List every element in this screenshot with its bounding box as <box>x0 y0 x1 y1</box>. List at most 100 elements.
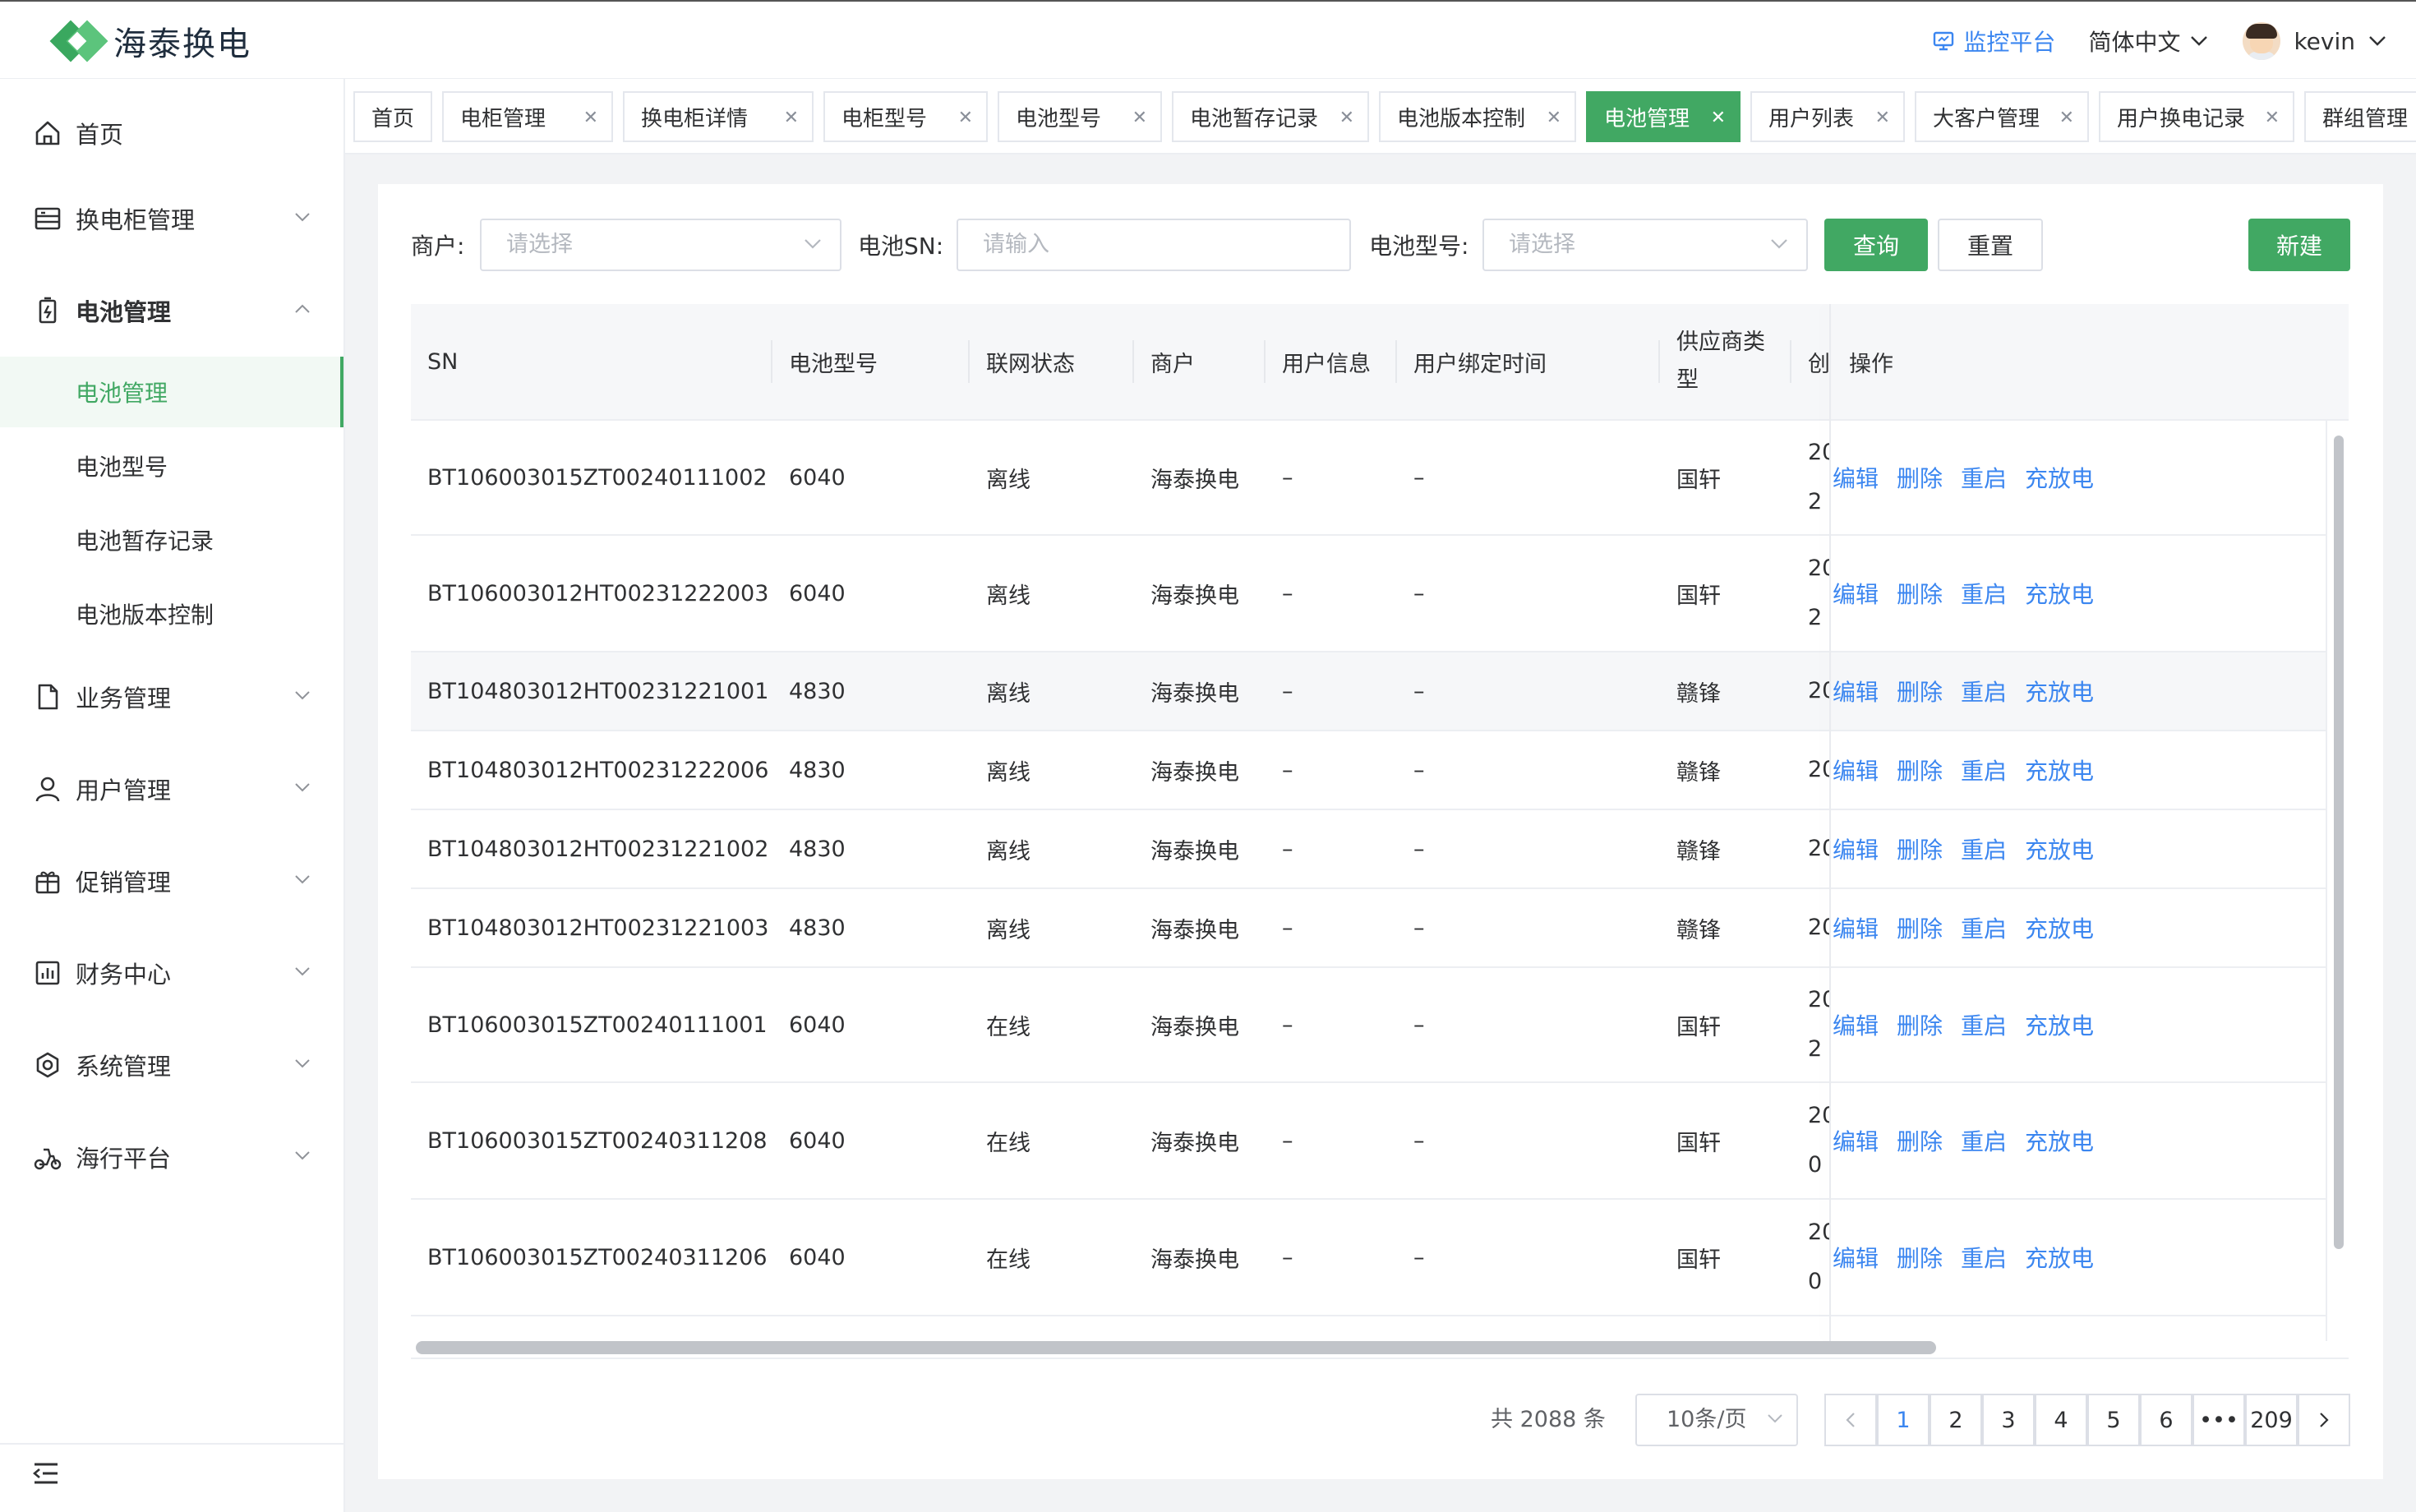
tab-battery-management[interactable]: 电池管理 ✕ <box>1586 91 1741 142</box>
sidebar-item-business[interactable]: 业务管理 <box>0 672 343 721</box>
delete-button[interactable]: 删除 <box>1897 675 1943 708</box>
tab-key-accounts[interactable]: 大客户管理 ✕ <box>1915 91 2089 142</box>
sidebar-subitem-battery-model[interactable]: 电池型号 <box>0 431 343 501</box>
tab-battery-storage[interactable]: 电池暂存记录 ✕ <box>1172 91 1369 142</box>
delete-button[interactable]: 删除 <box>1897 1124 1943 1157</box>
reset-button[interactable]: 重置 <box>1938 219 2043 271</box>
edit-button[interactable]: 编辑 <box>1833 832 1879 865</box>
tab-swap-records[interactable]: 用户换电记录 ✕ <box>2099 91 2294 142</box>
close-icon[interactable]: ✕ <box>1875 108 1890 128</box>
edit-button[interactable]: 编辑 <box>1833 1008 1879 1041</box>
delete-button[interactable]: 删除 <box>1897 1241 1943 1274</box>
vertical-scrollbar[interactable] <box>2326 421 2349 1341</box>
restart-button[interactable]: 重启 <box>1961 461 2007 494</box>
close-icon[interactable]: ✕ <box>958 108 973 128</box>
edit-button[interactable]: 编辑 <box>1833 675 1879 708</box>
edit-button[interactable]: 编辑 <box>1833 461 1879 494</box>
page-number-button[interactable]: 5 <box>2087 1394 2140 1446</box>
close-icon[interactable]: ✕ <box>2265 108 2280 128</box>
sidebar-subitem-battery-version[interactable]: 电池版本控制 <box>0 579 343 649</box>
charge-discharge-button[interactable]: 充放电 <box>2025 577 2094 610</box>
user-menu[interactable]: kevin <box>2243 22 2386 60</box>
page-number-button[interactable]: 2 <box>1930 1394 1982 1446</box>
horizontal-scrollbar[interactable] <box>416 1341 1936 1354</box>
restart-button[interactable]: 重启 <box>1961 754 2007 786</box>
sn-input[interactable]: 请输入 <box>957 219 1351 271</box>
close-icon[interactable]: ✕ <box>784 108 799 128</box>
delete-button[interactable]: 删除 <box>1897 1008 1943 1041</box>
page-ellipsis-button[interactable]: ••• <box>2192 1394 2245 1446</box>
restart-button[interactable]: 重启 <box>1961 577 2007 610</box>
query-button[interactable]: 查询 <box>1824 219 1928 271</box>
tab-cabinet-management[interactable]: 电柜管理 ✕ <box>442 91 613 142</box>
settings-icon <box>33 1050 62 1080</box>
sidebar-item-cabinet[interactable]: 换电柜管理 <box>0 194 343 243</box>
delete-button[interactable]: 删除 <box>1897 911 1943 944</box>
tab-home[interactable]: 首页 <box>353 91 432 142</box>
delete-button[interactable]: 删除 <box>1897 577 1943 610</box>
sidebar-item-battery[interactable]: 电池管理 <box>0 286 343 335</box>
delete-button[interactable]: 删除 <box>1897 754 1943 786</box>
close-icon[interactable]: ✕ <box>1711 108 1726 128</box>
restart-button[interactable]: 重启 <box>1961 1008 2007 1041</box>
close-icon[interactable]: ✕ <box>1339 108 1354 128</box>
page-number-button[interactable]: 6 <box>2140 1394 2192 1446</box>
edit-button[interactable]: 编辑 <box>1833 1241 1879 1274</box>
charge-discharge-button[interactable]: 充放电 <box>2025 675 2094 708</box>
tab-user-list[interactable]: 用户列表 ✕ <box>1750 91 1905 142</box>
charge-discharge-button[interactable]: 充放电 <box>2025 461 2094 494</box>
page-number-button[interactable]: 1 <box>1877 1394 1930 1446</box>
page-number-button[interactable]: 209 <box>2245 1394 2298 1446</box>
charge-discharge-button[interactable]: 充放电 <box>2025 754 2094 786</box>
sidebar-subitem-battery-storage[interactable]: 电池暂存记录 <box>0 505 343 575</box>
cell-merchant: 海泰换电 <box>1150 917 1239 943</box>
tab-battery-version[interactable]: 电池版本控制 ✕ <box>1379 91 1576 142</box>
charge-discharge-button[interactable]: 充放电 <box>2025 911 2094 944</box>
language-selector[interactable]: 简体中文 <box>2088 25 2208 58</box>
tab-cabinet-model[interactable]: 电柜型号 ✕ <box>823 91 988 142</box>
restart-button[interactable]: 重启 <box>1961 832 2007 865</box>
edit-button[interactable]: 编辑 <box>1833 911 1879 944</box>
create-button[interactable]: 新建 <box>2248 219 2350 271</box>
edit-button[interactable]: 编辑 <box>1833 577 1879 610</box>
close-icon[interactable]: ✕ <box>1132 108 1147 128</box>
delete-button[interactable]: 删除 <box>1897 832 1943 865</box>
battery-model-select[interactable]: 请选择 <box>1482 219 1808 271</box>
collapse-menu-icon[interactable] <box>33 1461 59 1486</box>
close-icon[interactable]: ✕ <box>2059 108 2074 128</box>
restart-button[interactable]: 重启 <box>1961 675 2007 708</box>
delete-button[interactable]: 删除 <box>1897 461 1943 494</box>
edit-button[interactable]: 编辑 <box>1833 754 1879 786</box>
sidebar-item-finance[interactable]: 财务中心 <box>0 948 343 998</box>
charge-discharge-button[interactable]: 充放电 <box>2025 1124 2094 1157</box>
sidebar-item-home[interactable]: 首页 <box>0 108 343 158</box>
page-size-select[interactable]: 10条/页 <box>1635 1394 1798 1446</box>
charge-discharge-button[interactable]: 充放电 <box>2025 1241 2094 1274</box>
close-icon[interactable]: ✕ <box>1547 108 1561 128</box>
sidebar-item-promotion[interactable]: 促销管理 <box>0 856 343 906</box>
prev-page-button[interactable] <box>1824 1394 1877 1446</box>
vertical-scrollbar-thumb[interactable] <box>2334 436 2344 1249</box>
charge-discharge-button[interactable]: 充放电 <box>2025 832 2094 865</box>
tab-battery-model[interactable]: 电池型号 ✕ <box>998 91 1162 142</box>
tab-group-management[interactable]: 群组管理✕ <box>2304 91 2416 142</box>
next-page-button[interactable] <box>2298 1394 2350 1446</box>
restart-button[interactable]: 重启 <box>1961 1124 2007 1157</box>
edit-button[interactable]: 编辑 <box>1833 1124 1879 1157</box>
cell-model: 6040 <box>789 1012 846 1038</box>
column-header-actions: 操作 <box>1849 351 1893 377</box>
sidebar-subitem-battery-management[interactable]: 电池管理 <box>0 357 343 427</box>
merchant-select[interactable]: 请选择 <box>480 219 841 271</box>
close-icon[interactable]: ✕ <box>583 108 598 128</box>
app-logo[interactable]: 海泰换电 <box>49 18 251 64</box>
page-number-button[interactable]: 3 <box>1982 1394 2035 1446</box>
tab-cabinet-detail[interactable]: 换电柜详情 ✕ <box>623 91 814 142</box>
charge-discharge-button[interactable]: 充放电 <box>2025 1008 2094 1041</box>
sidebar-item-system[interactable]: 系统管理 <box>0 1040 343 1090</box>
restart-button[interactable]: 重启 <box>1961 1241 2007 1274</box>
restart-button[interactable]: 重启 <box>1961 911 2007 944</box>
monitor-platform-link[interactable]: 监控平台 <box>1932 25 2055 58</box>
sidebar-item-users[interactable]: 用户管理 <box>0 764 343 814</box>
sidebar-item-haixing[interactable]: 海行平台 <box>0 1132 343 1182</box>
page-number-button[interactable]: 4 <box>2035 1394 2087 1446</box>
